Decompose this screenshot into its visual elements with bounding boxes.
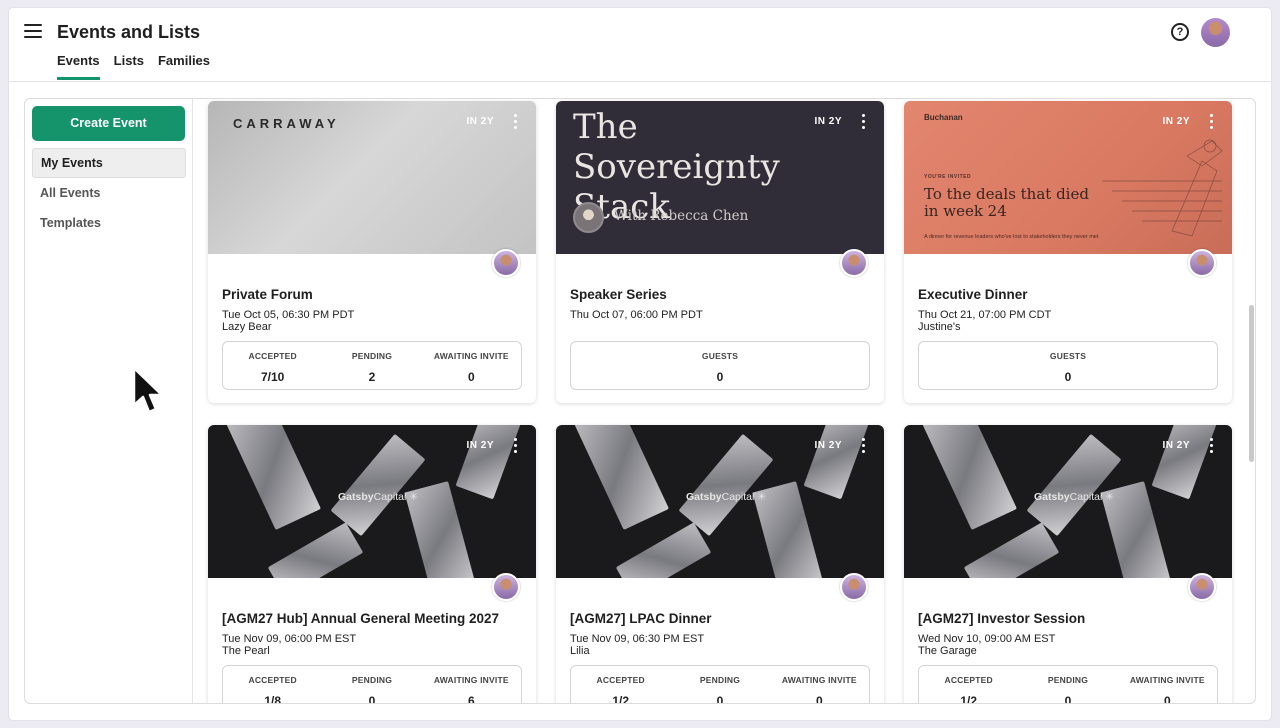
- host-avatar: [840, 249, 868, 277]
- more-options-icon[interactable]: [512, 114, 518, 130]
- banner-illustration: [1102, 139, 1223, 237]
- app-header: Events and Lists Events Lists Families ?: [9, 8, 1271, 82]
- event-stats: ACCEPTED 1/2 PENDING 0 AWAITING INVITE 0: [570, 665, 870, 704]
- event-stats: ACCEPTED 7/10 PENDING 2 AWAITING INVITE 0: [222, 341, 522, 390]
- stat-guests: GUESTS 0: [1049, 351, 1087, 384]
- banner-speaker: With Rebecca Chen: [614, 208, 749, 224]
- event-date: Tue Nov 09, 06:00 PM EST: [222, 633, 357, 645]
- event-banner: GatsbyCapital ✳ IN 2Y: [904, 425, 1232, 578]
- event-date: Tue Oct 05, 06:30 PM PDT: [222, 309, 355, 321]
- sidebar-item-templates[interactable]: Templates: [32, 208, 186, 238]
- host-avatar: [492, 573, 520, 601]
- app-window: Events and Lists Events Lists Families ?…: [9, 8, 1271, 720]
- event-title[interactable]: Speaker Series: [570, 287, 667, 302]
- stat-accepted: ACCEPTED 1/2: [944, 675, 993, 704]
- event-venue: Lilia: [570, 645, 590, 657]
- event-venue: The Pearl: [222, 645, 270, 657]
- event-banner: Buchanan YOU'RE INVITED To the deals tha…: [904, 101, 1232, 254]
- event-venue: Justine's: [918, 321, 961, 333]
- event-card[interactable]: The Sovereignty Stack With Rebecca Chen …: [556, 101, 884, 403]
- banner-logo: Buchanan: [924, 113, 963, 122]
- more-options-icon[interactable]: [1208, 438, 1214, 454]
- event-banner: GatsbyCapital ✳ IN 2Y: [208, 425, 536, 578]
- stat-accepted: ACCEPTED 1/2: [596, 675, 645, 704]
- event-banner: GatsbyCapital ✳ IN 2Y: [556, 425, 884, 578]
- sidebar-item-my-events[interactable]: My Events: [32, 148, 186, 178]
- more-options-icon[interactable]: [1208, 114, 1214, 130]
- create-event-button[interactable]: Create Event: [32, 106, 185, 141]
- event-venue: The Garage: [918, 645, 977, 657]
- event-stats: ACCEPTED 1/2 PENDING 0 AWAITING INVITE 0: [918, 665, 1218, 704]
- event-stats: ACCEPTED 1/8 PENDING 0 AWAITING INVITE 6: [222, 665, 522, 704]
- banner-brand: CARRAWAY: [233, 116, 340, 131]
- event-title[interactable]: Private Forum: [222, 287, 313, 302]
- stat-guests: GUESTS 0: [701, 351, 739, 384]
- time-badge: IN 2Y: [466, 440, 494, 451]
- event-stats: GUESTS 0: [570, 341, 870, 390]
- more-options-icon[interactable]: [860, 438, 866, 454]
- tab-families[interactable]: Families: [158, 53, 210, 80]
- time-badge: IN 2Y: [1162, 116, 1190, 127]
- banner-subtext: A dinner for revenue leaders who've lost…: [924, 234, 1099, 240]
- stat-awaiting-invite: AWAITING INVITE 0: [1129, 675, 1205, 704]
- tab-lists[interactable]: Lists: [114, 53, 144, 80]
- time-badge: IN 2Y: [814, 116, 842, 127]
- banner-brand: GatsbyCapital ✳: [686, 491, 767, 503]
- stat-accepted: ACCEPTED 1/8: [248, 675, 297, 704]
- tab-bar: Events Lists Families: [57, 53, 210, 80]
- time-badge: IN 2Y: [814, 440, 842, 451]
- stat-awaiting-invite: AWAITING INVITE 0: [433, 351, 509, 384]
- event-title[interactable]: [AGM27 Hub] Annual General Meeting 2027: [222, 611, 499, 626]
- event-title[interactable]: Executive Dinner: [918, 287, 1028, 302]
- host-avatar: [1188, 249, 1216, 277]
- banner-kicker: YOU'RE INVITED: [924, 174, 972, 180]
- stat-pending: PENDING 0: [1047, 675, 1089, 704]
- event-date: Tue Nov 09, 06:30 PM EST: [570, 633, 705, 645]
- time-badge: IN 2Y: [466, 116, 494, 127]
- events-grid: CARRAWAY IN 2Y Private Forum Tue Oct 05,…: [193, 99, 1255, 703]
- event-title[interactable]: [AGM27] LPAC Dinner: [570, 611, 712, 626]
- sidebar-item-all-events[interactable]: All Events: [32, 178, 186, 208]
- more-options-icon[interactable]: [512, 438, 518, 454]
- stat-pending: PENDING 0: [351, 675, 393, 704]
- mouse-cursor-icon: [132, 366, 164, 414]
- menu-icon[interactable]: [24, 24, 42, 40]
- event-venue: Lazy Bear: [222, 321, 272, 333]
- event-title[interactable]: [AGM27] Investor Session: [918, 611, 1085, 626]
- event-card[interactable]: CARRAWAY IN 2Y Private Forum Tue Oct 05,…: [208, 101, 536, 403]
- stat-pending: PENDING 0: [699, 675, 741, 704]
- event-date: Thu Oct 21, 07:00 PM CDT: [918, 309, 1052, 321]
- stat-pending: PENDING 2: [351, 351, 393, 384]
- help-icon[interactable]: ?: [1171, 23, 1189, 41]
- event-card[interactable]: Buchanan YOU'RE INVITED To the deals tha…: [904, 101, 1232, 403]
- event-banner: CARRAWAY IN 2Y: [208, 101, 536, 254]
- user-avatar[interactable]: [1201, 18, 1230, 47]
- host-avatar: [1188, 573, 1216, 601]
- tab-events[interactable]: Events: [57, 53, 100, 80]
- event-card[interactable]: GatsbyCapital ✳ IN 2Y [AGM27] LPAC Dinne…: [556, 425, 884, 704]
- event-card[interactable]: GatsbyCapital ✳ IN 2Y [AGM27] Investor S…: [904, 425, 1232, 704]
- scrollbar[interactable]: [1249, 305, 1254, 462]
- event-banner: The Sovereignty Stack With Rebecca Chen …: [556, 101, 884, 254]
- content-panel: Create Event My Events All Events Templa…: [24, 98, 1256, 704]
- page-title: Events and Lists: [57, 22, 201, 42]
- event-card[interactable]: GatsbyCapital ✳ IN 2Y [AGM27 Hub] Annual…: [208, 425, 536, 704]
- host-avatar: [840, 573, 868, 601]
- stat-awaiting-invite: AWAITING INVITE 0: [781, 675, 857, 704]
- speaker-avatar: [573, 202, 604, 233]
- stat-accepted: ACCEPTED 7/10: [248, 351, 297, 384]
- event-date: Wed Nov 10, 09:00 AM EST: [918, 633, 1056, 645]
- event-stats: GUESTS 0: [918, 341, 1218, 390]
- stat-awaiting-invite: AWAITING INVITE 6: [433, 675, 509, 704]
- event-date: Thu Oct 07, 06:00 PM PDT: [570, 309, 703, 321]
- banner-brand: GatsbyCapital ✳: [338, 491, 419, 503]
- banner-brand: GatsbyCapital ✳: [1034, 491, 1115, 503]
- time-badge: IN 2Y: [1162, 440, 1190, 451]
- banner-headline: To the deals that died in week 24: [924, 185, 1089, 220]
- host-avatar: [492, 249, 520, 277]
- more-options-icon[interactable]: [860, 114, 866, 130]
